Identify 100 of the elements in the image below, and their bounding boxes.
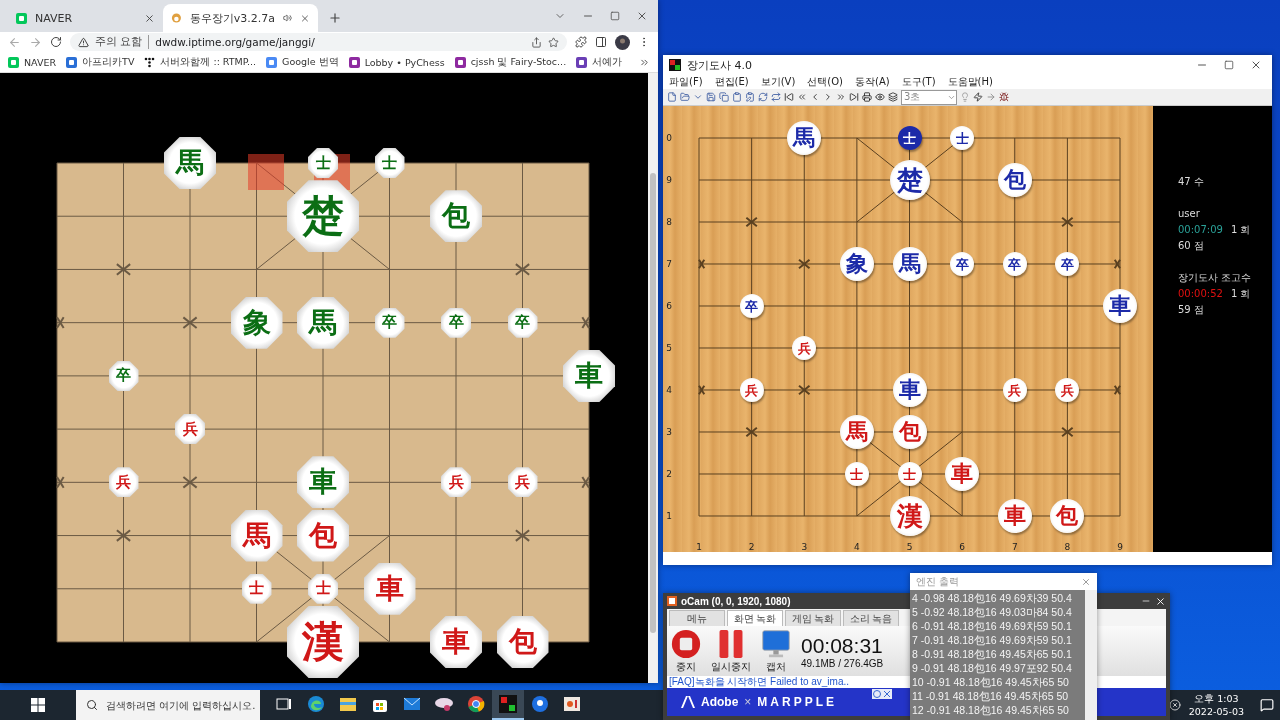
clock-time[interactable]: 오후 1:03 <box>1194 692 1239 705</box>
bookmark-link[interactable]: cjssh 및 Fairy-Stoc... <box>454 55 567 69</box>
scrollbar[interactable] <box>1085 590 1097 720</box>
janggi-piece[interactable]: 漢 <box>287 606 359 678</box>
close-icon[interactable] <box>1155 595 1166 607</box>
menu-item[interactable]: 동작(A) <box>855 75 890 89</box>
janggi-piece[interactable]: 卒 <box>1055 252 1080 276</box>
menu-item[interactable]: 파일(F) <box>669 75 703 89</box>
janggi-piece[interactable]: 馬 <box>839 415 874 449</box>
recorder-tab[interactable]: 게임 녹화 <box>785 610 841 626</box>
janggi-piece[interactable]: 包 <box>997 163 1032 197</box>
menu-item[interactable]: 편집(E) <box>714 75 749 89</box>
janggi-piece[interactable]: 楚 <box>287 180 359 253</box>
notification-icon[interactable] <box>1260 698 1274 712</box>
janggi-piece[interactable]: 楚 <box>889 160 930 200</box>
janggi-piece[interactable]: 士 <box>897 462 922 486</box>
scrollbar[interactable] <box>648 73 658 683</box>
janggi-piece[interactable]: 兵 <box>108 467 139 498</box>
janggi-piece[interactable]: 車 <box>297 456 349 509</box>
janggi-piece[interactable]: 士 <box>374 148 405 178</box>
janggi-piece[interactable]: 車 <box>563 349 615 402</box>
record-control-button[interactable]: 일시중지 <box>711 628 751 674</box>
new-tab-icon[interactable] <box>328 11 342 25</box>
recorder-tab[interactable]: 화면 녹화 <box>727 610 783 626</box>
address-bar[interactable]: 주의 요함 dwdw.iptime.org/game/janggi/ <box>70 33 567 51</box>
speaker-icon[interactable] <box>283 13 293 23</box>
toolbar-icon[interactable] <box>888 92 898 102</box>
toolbar-icon[interactable] <box>862 92 872 102</box>
bookmark-link[interactable]: NAVER <box>8 56 57 68</box>
side-panel-icon[interactable] <box>595 36 607 48</box>
janggi-piece[interactable]: 士 <box>897 126 922 150</box>
browser-tab[interactable]: NAVER <box>8 4 163 32</box>
janggi-piece[interactable]: 包 <box>892 415 927 449</box>
janggi-piece[interactable]: 車 <box>1103 289 1137 323</box>
toolbar-icon[interactable] <box>875 92 885 102</box>
profile-avatar[interactable] <box>615 34 630 50</box>
bookmark-link[interactable]: 서예가 <box>576 55 623 69</box>
menu-item[interactable]: 선택(O) <box>807 75 844 89</box>
extensions-icon[interactable] <box>575 36 587 48</box>
janggi-piece[interactable]: 象 <box>839 247 874 281</box>
maximize-icon[interactable] <box>1224 60 1234 70</box>
janggi-piece[interactable]: 馬 <box>892 247 927 281</box>
janggi-piece[interactable]: 兵 <box>441 467 471 498</box>
janggi-piece[interactable]: 兵 <box>792 336 817 360</box>
menu-item[interactable]: 도구(T) <box>901 75 936 89</box>
janggi-piece[interactable]: 卒 <box>108 360 139 391</box>
janggi-piece[interactable]: 士 <box>308 573 338 604</box>
janggi-piece[interactable]: 包 <box>430 190 482 243</box>
janggi-piece[interactable]: 包 <box>297 509 349 562</box>
reload-icon[interactable] <box>50 36 62 48</box>
janggi-piece[interactable]: 兵 <box>1055 378 1080 402</box>
tray-icon[interactable] <box>1168 699 1181 711</box>
lightning-icon[interactable] <box>973 92 983 102</box>
janggi-piece[interactable]: 士 <box>308 148 338 178</box>
janggi-piece[interactable]: 車 <box>997 499 1032 533</box>
janggi-piece[interactable]: 卒 <box>1002 252 1027 276</box>
search-field[interactable]: 검색하려면 여기에 입력하십시오. <box>76 690 260 720</box>
janggi-piece[interactable]: 包 <box>1050 499 1085 533</box>
janggi-piece[interactable]: 卒 <box>950 252 975 276</box>
ad-info-icon[interactable] <box>872 689 892 699</box>
janggi-piece[interactable]: 兵 <box>507 467 538 498</box>
close-icon[interactable] <box>636 10 648 22</box>
janggi-piece[interactable]: 車 <box>430 616 482 668</box>
bookmark-link[interactable]: Lobby • PyChess <box>348 56 445 68</box>
taskbar-app[interactable] <box>492 690 524 720</box>
close-icon[interactable] <box>144 12 155 24</box>
record-control-button[interactable]: 중지 <box>671 628 701 674</box>
janggi-piece[interactable]: 士 <box>844 462 869 486</box>
janggi-piece[interactable]: 車 <box>363 562 416 615</box>
forward-icon[interactable] <box>29 35 42 49</box>
clock-date[interactable]: 2022-05-03 <box>1188 705 1244 718</box>
janggi-piece[interactable]: 馬 <box>297 296 349 349</box>
janggi-piece[interactable]: 象 <box>230 296 283 349</box>
bookmark-star-icon[interactable] <box>548 36 559 48</box>
janggi-piece[interactable]: 士 <box>950 126 975 150</box>
bookmark-link[interactable]: 아프리카TV <box>66 55 135 69</box>
janggi-piece[interactable]: 馬 <box>164 137 216 189</box>
bug-icon[interactable] <box>999 92 1009 102</box>
menu-item[interactable]: 보기(V) <box>760 75 796 89</box>
janggi-piece[interactable]: 車 <box>892 373 927 407</box>
maximize-icon[interactable] <box>610 11 620 21</box>
janggi-piece[interactable]: 卒 <box>374 307 405 338</box>
janggi-piece[interactable]: 兵 <box>739 378 764 402</box>
janggi-piece[interactable]: 卒 <box>507 307 538 338</box>
janggi-piece[interactable]: 兵 <box>175 414 205 445</box>
time-dropdown[interactable]: 3초 <box>901 89 957 105</box>
recorder-tab[interactable]: 메뉴 <box>669 610 725 626</box>
janggi-piece[interactable]: 漢 <box>889 496 930 536</box>
browser-tab[interactable]: 동우장기v3.2.7a <box>163 4 318 32</box>
janggi-piece[interactable]: 卒 <box>739 294 764 318</box>
record-control-button[interactable]: 캡처 <box>761 628 791 674</box>
menu-item[interactable]: 도움말(H) <box>947 75 993 89</box>
toolbar-icon[interactable] <box>784 92 794 102</box>
back-icon[interactable] <box>8 35 21 49</box>
janggi-piece[interactable]: 包 <box>496 616 549 668</box>
faq-link[interactable]: [FAQ]녹화을 시작하면 Failed to av_ima.. <box>669 676 850 687</box>
bookmark-link[interactable]: 서버와함께 :: RTMP... <box>144 55 257 69</box>
janggi-piece[interactable]: 馬 <box>230 509 283 562</box>
janggi-piece[interactable]: 車 <box>945 457 980 491</box>
janggi-piece[interactable]: 卒 <box>441 307 471 338</box>
